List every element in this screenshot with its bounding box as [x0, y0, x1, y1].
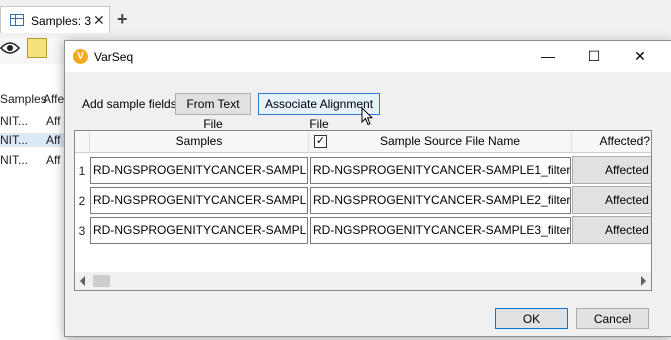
- affected-button[interactable]: Affected: [572, 186, 651, 214]
- mouse-cursor-icon: [361, 106, 374, 129]
- minimize-button[interactable]: —: [525, 41, 571, 72]
- varseq-dialog: V VarSeq — ☐ ✕ Add sample fields: From T…: [64, 40, 671, 337]
- affected-button[interactable]: Affected: [572, 156, 651, 184]
- row-number: 1: [78, 164, 86, 178]
- affected-button[interactable]: Affected: [572, 216, 651, 244]
- column-header-affected[interactable]: Affected?: [572, 131, 651, 153]
- row-number: 2: [78, 194, 86, 208]
- column-header-samples[interactable]: Samples: [90, 131, 309, 153]
- varseq-logo-icon: V: [73, 49, 88, 64]
- bg-cell: Aff: [46, 153, 61, 167]
- add-sample-fields-label: Add sample fields:: [82, 97, 181, 111]
- tab-label: Samples: 3: [31, 14, 92, 28]
- add-tab-button[interactable]: +: [117, 9, 128, 30]
- sample-name-cell[interactable]: RD-NGSPROGENITYCANCER-SAMPLE3: [90, 217, 308, 244]
- samples-grid: Samples Sample Source File Name ✓ Affect…: [74, 130, 652, 291]
- table-icon: [10, 14, 24, 26]
- sample-name-cell[interactable]: RD-NGSPROGENITYCANCER-SAMPLE2: [90, 187, 308, 214]
- scroll-left-icon[interactable]: [80, 276, 85, 286]
- column-header-source-name[interactable]: Sample Source File Name: [309, 131, 572, 153]
- bg-cell: NIT...: [0, 153, 29, 167]
- row-number: 3: [78, 224, 86, 238]
- bg-cell: Aff: [46, 133, 61, 147]
- source-file-cell[interactable]: RD-NGSPROGENITYCANCER-SAMPLE1_filtered: [310, 157, 571, 184]
- bg-cell: NIT...: [0, 114, 29, 128]
- source-file-cell[interactable]: RD-NGSPROGENITYCANCER-SAMPLE2_filtered: [310, 187, 571, 214]
- horizontal-scrollbar[interactable]: [75, 272, 651, 290]
- source-name-checkbox[interactable]: ✓: [314, 135, 327, 148]
- row-number-header: [75, 131, 90, 153]
- sample-name-cell[interactable]: RD-NGSPROGENITYCANCER-SAMPLE1: [90, 157, 308, 184]
- close-tab-icon[interactable]: ✕: [93, 12, 105, 29]
- tab-samples[interactable]: Samples: 3 ✕: [0, 6, 110, 33]
- close-button[interactable]: ✕: [617, 41, 663, 72]
- maximize-button[interactable]: ☐: [571, 41, 617, 72]
- scroll-right-icon[interactable]: [641, 276, 646, 286]
- source-file-cell[interactable]: RD-NGSPROGENITYCANCER-SAMPLE3_filtered: [310, 217, 571, 244]
- title-bar: V VarSeq — ☐ ✕: [65, 41, 671, 72]
- eye-icon[interactable]: [0, 40, 21, 61]
- from-text-file-button[interactable]: From Text File: [175, 93, 251, 131]
- ok-button[interactable]: OK: [495, 308, 568, 329]
- bg-column-affected: Affe: [43, 92, 65, 106]
- bg-cell: Aff: [46, 114, 61, 128]
- scrollbar-thumb[interactable]: [93, 275, 110, 287]
- cancel-button[interactable]: Cancel: [576, 308, 649, 329]
- bg-column-samples: Samples: [0, 92, 47, 106]
- dialog-title: VarSeq: [94, 50, 134, 64]
- edit-icon[interactable]: [27, 38, 47, 58]
